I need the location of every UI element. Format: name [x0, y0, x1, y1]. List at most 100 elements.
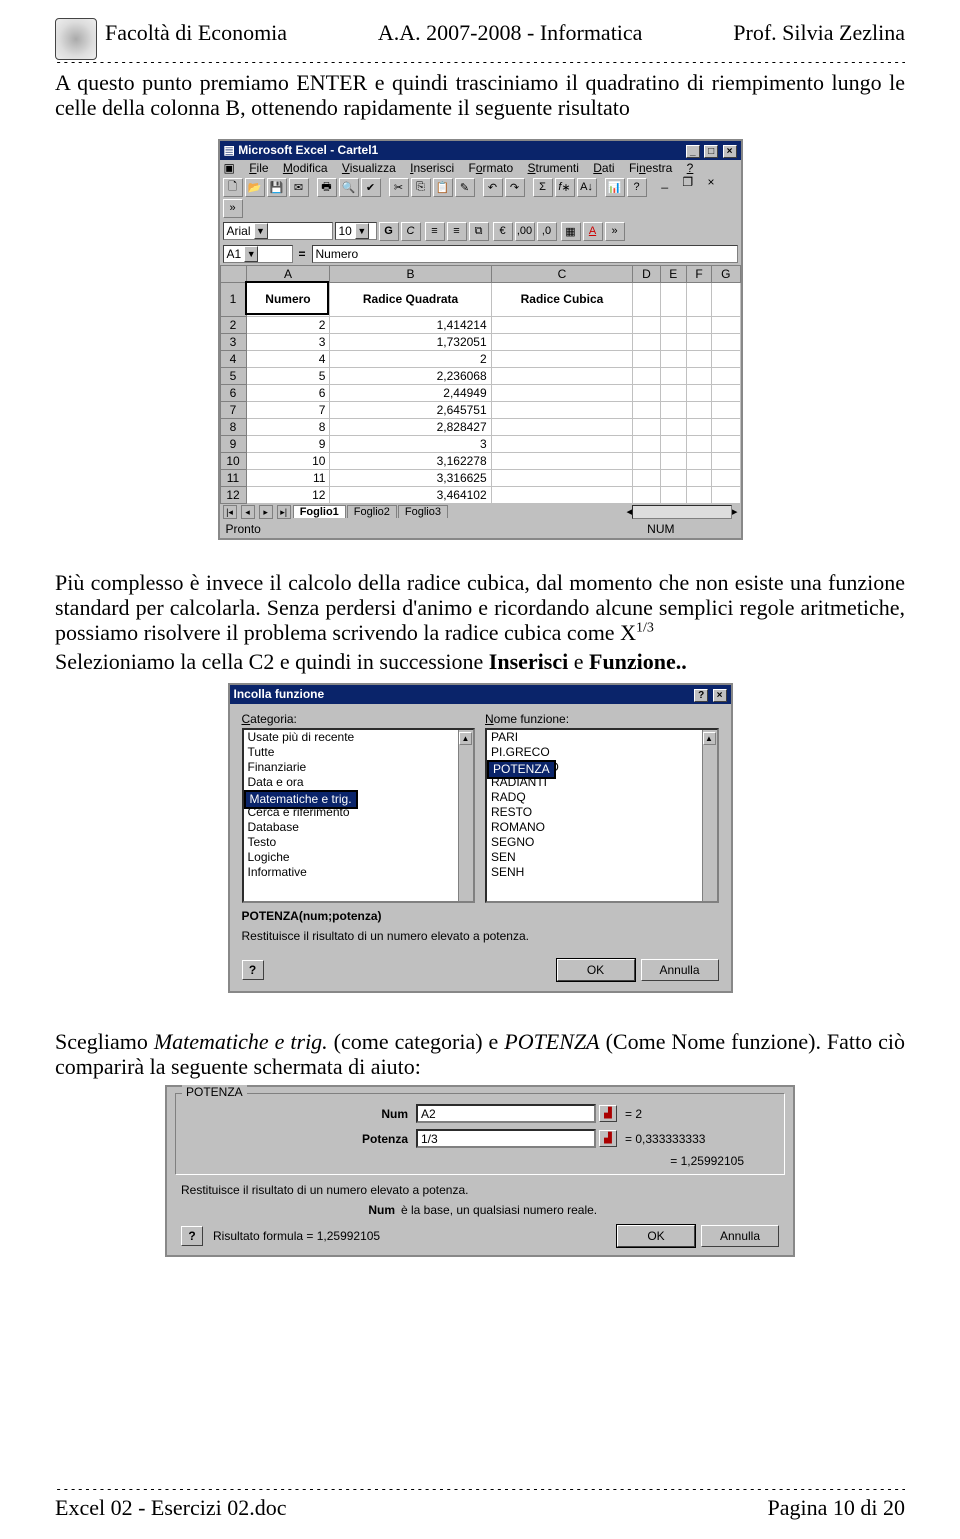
range-picker-icon[interactable]: ▟ — [599, 1105, 617, 1122]
cell[interactable] — [491, 435, 633, 452]
cell[interactable] — [633, 350, 660, 367]
tab-foglio3[interactable]: Foglio3 — [398, 505, 448, 518]
list-item[interactable]: Data e ora — [244, 775, 474, 790]
hscroll-right-icon[interactable]: ▸ — [732, 505, 738, 518]
ok-button[interactable]: OK — [557, 959, 635, 981]
cell[interactable] — [633, 316, 660, 333]
col-header-a[interactable]: A — [246, 265, 330, 282]
arg-pot-input[interactable]: 1/3 — [416, 1129, 596, 1148]
more-icon[interactable]: » — [223, 199, 243, 218]
cell[interactable]: 4 — [246, 350, 330, 367]
cell[interactable] — [660, 435, 686, 452]
dialog-close-icon[interactable]: × — [713, 689, 727, 702]
menu-dati[interactable]: Dati — [593, 161, 614, 175]
cell[interactable] — [686, 316, 711, 333]
paste-icon[interactable]: 📋 — [433, 178, 453, 197]
cell[interactable] — [686, 333, 711, 350]
more2-icon[interactable]: » — [605, 222, 625, 241]
cell[interactable] — [491, 469, 633, 486]
chart-icon[interactable]: 📊 — [605, 178, 625, 197]
format-painter-icon[interactable]: ✎ — [455, 178, 475, 197]
col-header-e[interactable]: E — [660, 265, 686, 282]
cell[interactable] — [660, 367, 686, 384]
menu-inserisci[interactable]: Inserisci — [410, 161, 454, 175]
cell[interactable]: 1,732051 — [330, 333, 491, 350]
cell[interactable]: 5 — [246, 367, 330, 384]
hscroll-track[interactable] — [632, 505, 732, 519]
cell[interactable]: 9 — [246, 435, 330, 452]
col-header-g[interactable]: G — [712, 265, 740, 282]
currency-icon[interactable]: € — [493, 222, 513, 241]
menu-help[interactable]: ? — [687, 161, 694, 175]
cell[interactable] — [491, 452, 633, 469]
row-header[interactable]: 7 — [220, 401, 246, 418]
cell[interactable] — [491, 384, 633, 401]
help-button[interactable]: ? — [242, 960, 264, 980]
cell[interactable]: 11 — [246, 469, 330, 486]
tab-prev-icon[interactable]: ◂ — [241, 505, 255, 519]
scroll-up-icon[interactable]: ▲ — [459, 732, 472, 745]
row-header[interactable]: 6 — [220, 384, 246, 401]
maximize-icon[interactable]: □ — [704, 145, 718, 158]
cell[interactable]: 12 — [246, 486, 330, 503]
list-item[interactable]: ROMANO — [487, 820, 717, 835]
font-color-icon[interactable]: A — [583, 222, 603, 241]
cell[interactable]: Radice Cubica — [491, 282, 633, 316]
open-icon[interactable]: 📂 — [245, 178, 265, 197]
formula-bar[interactable]: A1▼ = Numero — [220, 243, 741, 265]
cut-icon[interactable]: ✂ — [389, 178, 409, 197]
cell[interactable] — [712, 367, 740, 384]
close-icon[interactable]: × — [723, 145, 737, 158]
list-item[interactable]: Finanziarie — [244, 760, 474, 775]
sheet-tabs[interactable]: |◂ ◂ ▸ ▸| Foglio1 Foglio2 Foglio3 ◂ ▸ — [220, 504, 741, 520]
cell[interactable]: 10 — [246, 452, 330, 469]
function-listbox[interactable]: ▲PARIPI.GRECOPOTENZAPRODOTTORADIANTIRADQ… — [485, 728, 719, 903]
new-icon[interactable]: 🗋 — [223, 178, 243, 197]
cell[interactable] — [686, 469, 711, 486]
sort-asc-icon[interactable]: A↓ — [577, 178, 597, 197]
menu-finestra[interactable]: Finestra — [629, 161, 672, 175]
cell[interactable] — [633, 384, 660, 401]
cell[interactable] — [686, 384, 711, 401]
cell[interactable] — [686, 486, 711, 503]
cell[interactable] — [491, 367, 633, 384]
cell[interactable] — [712, 469, 740, 486]
cell[interactable] — [686, 401, 711, 418]
list-item[interactable]: Database — [244, 820, 474, 835]
cell[interactable] — [686, 282, 711, 316]
cell[interactable] — [712, 282, 740, 316]
cell[interactable] — [660, 452, 686, 469]
minimize-icon[interactable]: _ — [686, 145, 700, 158]
dialog-help-icon[interactable]: ? — [694, 689, 708, 702]
cell[interactable] — [686, 418, 711, 435]
scroll-up-icon[interactable]: ▲ — [703, 732, 716, 745]
borders-icon[interactable]: ▦ — [561, 222, 581, 241]
cell[interactable] — [660, 401, 686, 418]
list-item[interactable]: Tutte — [244, 745, 474, 760]
redo-icon[interactable]: ↷ — [505, 178, 525, 197]
cell[interactable] — [633, 367, 660, 384]
col-header-f[interactable]: F — [686, 265, 711, 282]
menu-file[interactable]: File — [249, 161, 268, 175]
cell[interactable] — [633, 452, 660, 469]
cell[interactable]: Radice Quadrata — [330, 282, 491, 316]
cancel-button[interactable]: Annulla — [701, 1225, 779, 1247]
chevron-down-icon[interactable]: ▼ — [355, 223, 369, 239]
cell[interactable] — [491, 333, 633, 350]
preview-icon[interactable]: 🔍 — [339, 178, 359, 197]
cell[interactable] — [712, 316, 740, 333]
spell-icon[interactable]: ✔ — [361, 178, 381, 197]
category-listbox[interactable]: ▲Usate più di recenteTutteFinanziarieDat… — [242, 728, 476, 903]
bold-icon[interactable]: G — [379, 222, 399, 241]
cell[interactable] — [660, 333, 686, 350]
cell[interactable] — [491, 486, 633, 503]
font-combo[interactable]: Arial▼ — [223, 222, 333, 240]
list-item[interactable]: Logiche — [244, 850, 474, 865]
cell[interactable] — [686, 350, 711, 367]
cell[interactable] — [660, 469, 686, 486]
list-item[interactable]: PI.GRECO — [487, 745, 717, 760]
list-item[interactable]: Statistiche — [244, 790, 474, 805]
tab-foglio2[interactable]: Foglio2 — [347, 505, 397, 518]
cell[interactable] — [712, 350, 740, 367]
formula-input[interactable]: Numero — [312, 245, 738, 263]
